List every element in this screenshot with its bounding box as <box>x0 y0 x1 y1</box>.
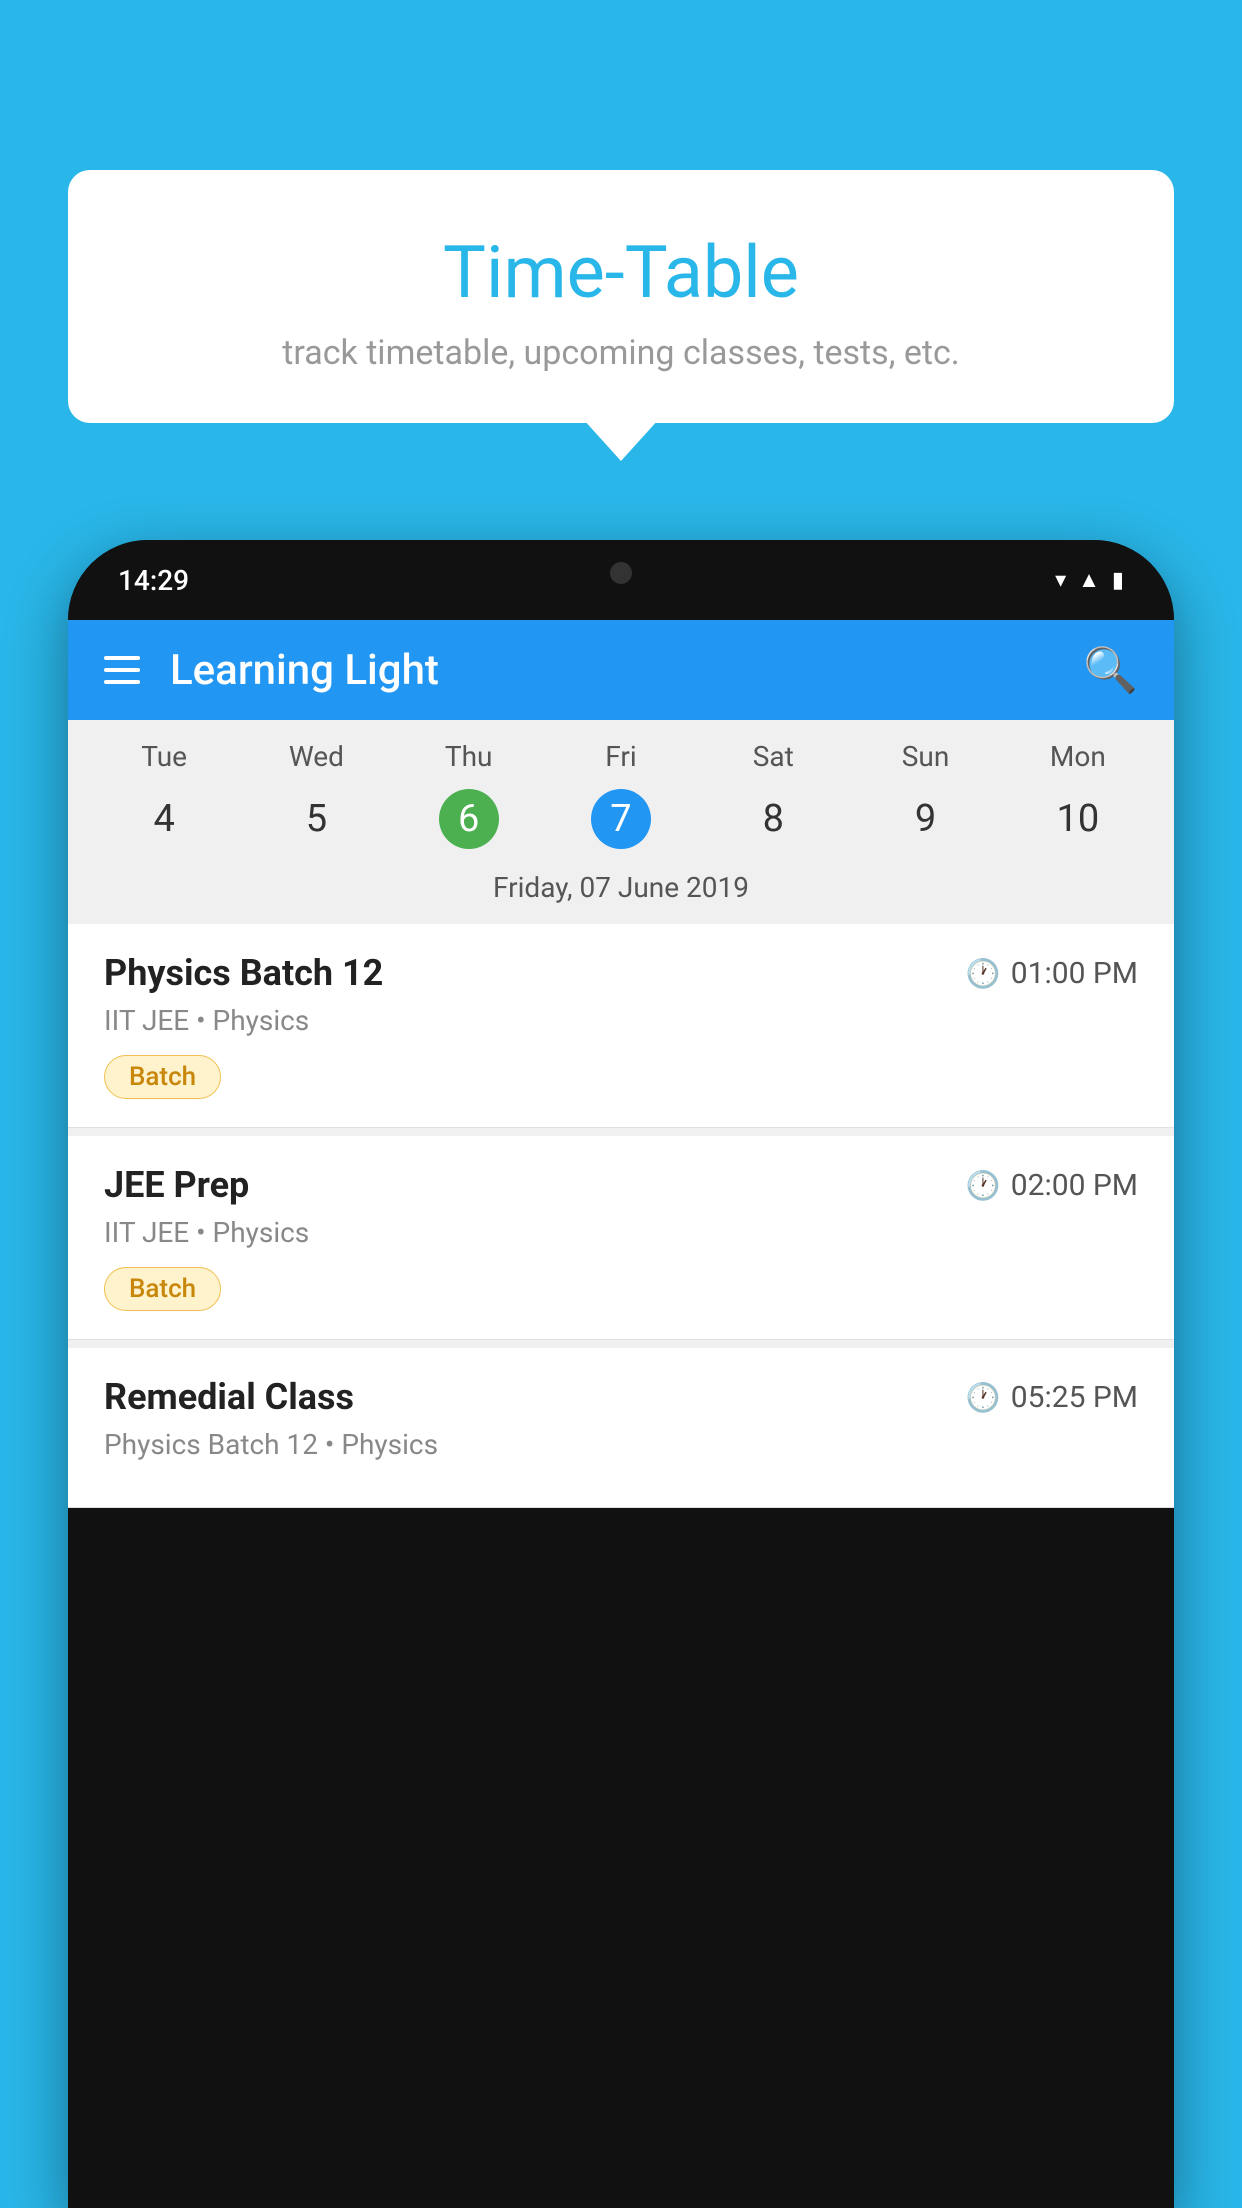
class-item-3[interactable]: Remedial Class 🕐 05:25 PM Physics Batch … <box>68 1348 1174 1508</box>
class-item-header-2: JEE Prep 🕐 02:00 PM <box>104 1164 1138 1206</box>
batch-tag-1: Batch <box>104 1055 221 1099</box>
day-header-tue: Tue <box>88 740 240 773</box>
day-header-wed: Wed <box>240 740 392 773</box>
day-6-today[interactable]: 6 <box>439 789 499 849</box>
tooltip-title: Time-Table <box>118 230 1124 315</box>
app-header: Learning Light 🔍 <box>68 620 1174 720</box>
class-time-3: 🕐 05:25 PM <box>966 1380 1138 1415</box>
phone-notch <box>541 540 701 596</box>
class-name-1: Physics Batch 12 <box>104 952 383 994</box>
class-item-1[interactable]: Physics Batch 12 🕐 01:00 PM IIT JEE • Ph… <box>68 924 1174 1128</box>
menu-icon[interactable] <box>104 656 140 684</box>
class-time-2: 🕐 02:00 PM <box>966 1168 1138 1203</box>
day-4[interactable]: 4 <box>88 789 240 849</box>
status-time: 14:29 <box>118 564 189 597</box>
day-header-thu: Thu <box>393 740 545 773</box>
day-header-mon: Mon <box>1002 740 1154 773</box>
class-time-value-1: 01:00 PM <box>1011 956 1138 991</box>
day-7-selected[interactable]: 7 <box>591 789 651 849</box>
day-header-sun: Sun <box>849 740 1001 773</box>
app-title: Learning Light <box>170 646 1083 695</box>
class-item-2[interactable]: JEE Prep 🕐 02:00 PM IIT JEE • Physics Ba… <box>68 1136 1174 1340</box>
day-5[interactable]: 5 <box>240 789 392 849</box>
day-numbers: 4 5 6 7 8 9 10 <box>78 781 1164 861</box>
phone-frame: 14:29 ▾ ▲ ▮ Learning Light 🔍 Tue Wed Thu… <box>68 540 1174 2208</box>
signal-icon: ▲ <box>1078 567 1100 593</box>
wifi-icon: ▾ <box>1055 568 1066 593</box>
battery-icon: ▮ <box>1112 568 1124 593</box>
class-name-2: JEE Prep <box>104 1164 249 1206</box>
camera <box>610 562 632 584</box>
search-icon[interactable]: 🔍 <box>1083 648 1138 692</box>
day-10[interactable]: 10 <box>1002 789 1154 849</box>
status-icons: ▾ ▲ ▮ <box>1055 567 1124 593</box>
day-8[interactable]: 8 <box>697 789 849 849</box>
tooltip-card: Time-Table track timetable, upcoming cla… <box>68 170 1174 423</box>
class-item-header-1: Physics Batch 12 🕐 01:00 PM <box>104 952 1138 994</box>
class-time-value-2: 02:00 PM <box>1011 1168 1138 1203</box>
selected-date-label: Friday, 07 June 2019 <box>78 861 1164 924</box>
day-header-fri: Fri <box>545 740 697 773</box>
clock-icon-2: 🕐 <box>966 1169 1001 1202</box>
tooltip-subtitle: track timetable, upcoming classes, tests… <box>118 333 1124 373</box>
divider-1 <box>68 1128 1174 1136</box>
class-time-1: 🕐 01:00 PM <box>966 956 1138 991</box>
clock-icon-3: 🕐 <box>966 1381 1001 1414</box>
day-header-sat: Sat <box>697 740 849 773</box>
day-headers: Tue Wed Thu Fri Sat Sun Mon <box>78 720 1164 781</box>
class-item-header-3: Remedial Class 🕐 05:25 PM <box>104 1376 1138 1418</box>
calendar: Tue Wed Thu Fri Sat Sun Mon 4 5 6 7 8 9 … <box>68 720 1174 924</box>
class-meta-3: Physics Batch 12 • Physics <box>104 1428 1138 1461</box>
clock-icon-1: 🕐 <box>966 957 1001 990</box>
content-area: Physics Batch 12 🕐 01:00 PM IIT JEE • Ph… <box>68 924 1174 1508</box>
batch-tag-2: Batch <box>104 1267 221 1311</box>
class-time-value-3: 05:25 PM <box>1011 1380 1138 1415</box>
class-meta-1: IIT JEE • Physics <box>104 1004 1138 1037</box>
class-meta-2: IIT JEE • Physics <box>104 1216 1138 1249</box>
day-9[interactable]: 9 <box>849 789 1001 849</box>
class-name-3: Remedial Class <box>104 1376 354 1418</box>
status-bar: 14:29 ▾ ▲ ▮ <box>68 540 1174 620</box>
divider-2 <box>68 1340 1174 1348</box>
